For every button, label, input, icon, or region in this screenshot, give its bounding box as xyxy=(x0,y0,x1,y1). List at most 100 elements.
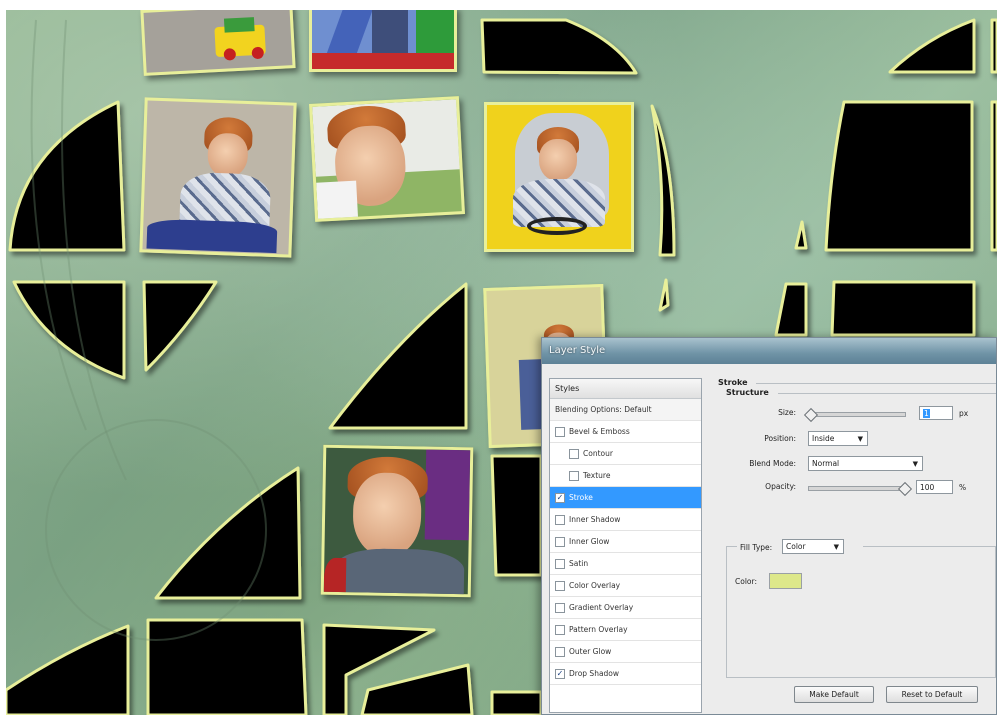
size-slider[interactable] xyxy=(808,412,906,417)
size-label: Size: xyxy=(778,408,796,417)
style-item-texture[interactable]: Texture xyxy=(550,465,701,487)
style-item-inner-glow[interactable]: Inner Glow xyxy=(550,531,701,553)
mosaic-tile xyxy=(12,280,126,380)
size-unit: px xyxy=(959,409,969,418)
opacity-input[interactable]: 100 xyxy=(916,480,953,494)
mosaic-tile xyxy=(142,280,218,372)
styles-list: Styles Blending Options: Default Bevel &… xyxy=(549,378,702,713)
mosaic-tile xyxy=(658,278,670,312)
checkbox[interactable] xyxy=(555,581,565,591)
stroke-section-title: Stroke xyxy=(718,378,748,387)
style-item-label: Texture xyxy=(583,471,611,480)
mosaic-tile xyxy=(650,104,676,257)
group-divider xyxy=(778,393,996,394)
mosaic-tile xyxy=(774,282,808,337)
fill-type-select[interactable]: Color ▼ xyxy=(782,539,844,554)
photo-tile-slide xyxy=(309,10,457,72)
checkbox[interactable] xyxy=(569,471,579,481)
size-value: 1 xyxy=(923,409,930,418)
size-slider-thumb[interactable] xyxy=(803,407,818,423)
chevron-down-icon: ▼ xyxy=(833,543,839,551)
checkbox[interactable] xyxy=(555,625,565,635)
style-item-label: Satin xyxy=(569,559,589,568)
checkbox[interactable] xyxy=(555,427,565,437)
mosaic-tile xyxy=(888,18,976,74)
section-divider xyxy=(756,383,996,384)
mosaic-tile xyxy=(830,280,976,337)
blending-options-item[interactable]: Blending Options: Default xyxy=(550,399,701,421)
mosaic-tile xyxy=(490,690,543,715)
position-label: Position: xyxy=(764,434,796,443)
style-item-bevel-emboss[interactable]: Bevel & Emboss xyxy=(550,421,701,443)
position-value: Inside xyxy=(812,434,835,443)
style-item-label: Gradient Overlay xyxy=(569,603,634,612)
checkbox[interactable]: ✓ xyxy=(555,493,565,503)
stroke-color-swatch[interactable] xyxy=(769,573,802,589)
blend-mode-select[interactable]: Normal ▼ xyxy=(808,456,923,471)
stroke-settings-panel: Stroke Structure Size: 1 px Position: In… xyxy=(716,370,996,710)
chevron-down-icon: ▼ xyxy=(912,460,918,468)
style-item-label: Color Overlay xyxy=(569,581,621,590)
checkbox[interactable] xyxy=(569,449,579,459)
mosaic-tile xyxy=(824,100,974,252)
mosaic-tile xyxy=(8,100,126,252)
fill-type-row: Fill Type: Color ▼ xyxy=(737,539,863,555)
mosaic-tile xyxy=(990,100,997,252)
mosaic-tile xyxy=(480,18,638,75)
fill-type-label: Fill Type: xyxy=(740,543,773,552)
reset-to-default-button[interactable]: Reset to Default xyxy=(886,686,978,703)
photo-tile-boy-closeup xyxy=(309,96,465,222)
size-input[interactable]: 1 xyxy=(919,406,953,420)
mosaic-tile xyxy=(6,624,130,715)
structure-group-title: Structure xyxy=(726,388,769,397)
checkbox[interactable] xyxy=(555,559,565,569)
style-item-label: Bevel & Emboss xyxy=(569,427,630,436)
fill-type-value: Color xyxy=(786,542,806,551)
style-item-inner-shadow[interactable]: Inner Shadow xyxy=(550,509,701,531)
styles-header[interactable]: Styles xyxy=(550,379,701,399)
opacity-slider-thumb[interactable] xyxy=(897,481,913,497)
opacity-unit: % xyxy=(959,483,967,492)
style-item-label: Contour xyxy=(583,449,613,458)
make-default-button[interactable]: Make Default xyxy=(794,686,874,703)
checkbox[interactable]: ✓ xyxy=(555,669,565,679)
style-item-gradient-overlay[interactable]: Gradient Overlay xyxy=(550,597,701,619)
dialog-title-bar[interactable]: Layer Style xyxy=(542,338,996,364)
photo-tile-boy-sitting xyxy=(139,97,297,258)
style-item-label: Inner Shadow xyxy=(569,515,621,524)
checkbox[interactable] xyxy=(555,603,565,613)
style-item-color-overlay[interactable]: Color Overlay xyxy=(550,575,701,597)
style-item-label: Pattern Overlay xyxy=(569,625,628,634)
mosaic-tile xyxy=(154,466,302,600)
photo-tile-boy-in-toy-car xyxy=(484,102,634,252)
style-item-contour[interactable]: Contour xyxy=(550,443,701,465)
style-item-pattern-overlay[interactable]: Pattern Overlay xyxy=(550,619,701,641)
blend-mode-label: Blend Mode: xyxy=(749,459,796,468)
style-item-satin[interactable]: Satin xyxy=(550,553,701,575)
mosaic-tile xyxy=(794,220,808,250)
mosaic-tile xyxy=(328,282,468,430)
color-label: Color: xyxy=(735,577,757,586)
document-canvas[interactable]: Layer Style Styles Blending Options: Def… xyxy=(6,10,997,715)
checkbox[interactable] xyxy=(555,647,565,657)
blend-mode-value: Normal xyxy=(812,459,840,468)
mosaic-tile xyxy=(360,663,474,715)
style-item-outer-glow[interactable]: Outer Glow xyxy=(550,641,701,663)
dialog-title: Layer Style xyxy=(549,345,606,356)
style-item-drop-shadow[interactable]: ✓ Drop Shadow xyxy=(550,663,701,685)
checkbox[interactable] xyxy=(555,537,565,547)
style-item-label: Stroke xyxy=(569,493,593,502)
style-item-stroke[interactable]: ✓ Stroke xyxy=(550,487,701,509)
style-item-label: Outer Glow xyxy=(569,647,612,656)
mosaic-tile xyxy=(990,18,997,74)
mosaic-tile xyxy=(490,454,543,577)
photo-tile-toy-truck xyxy=(140,10,296,76)
chevron-down-icon: ▼ xyxy=(857,435,863,443)
opacity-label: Opacity: xyxy=(765,482,796,491)
position-select[interactable]: Inside ▼ xyxy=(808,431,868,446)
mosaic-tile xyxy=(146,618,308,715)
opacity-slider[interactable] xyxy=(808,486,906,491)
photo-tile-boy-portrait xyxy=(320,444,474,598)
style-item-label: Drop Shadow xyxy=(569,669,620,678)
checkbox[interactable] xyxy=(555,515,565,525)
